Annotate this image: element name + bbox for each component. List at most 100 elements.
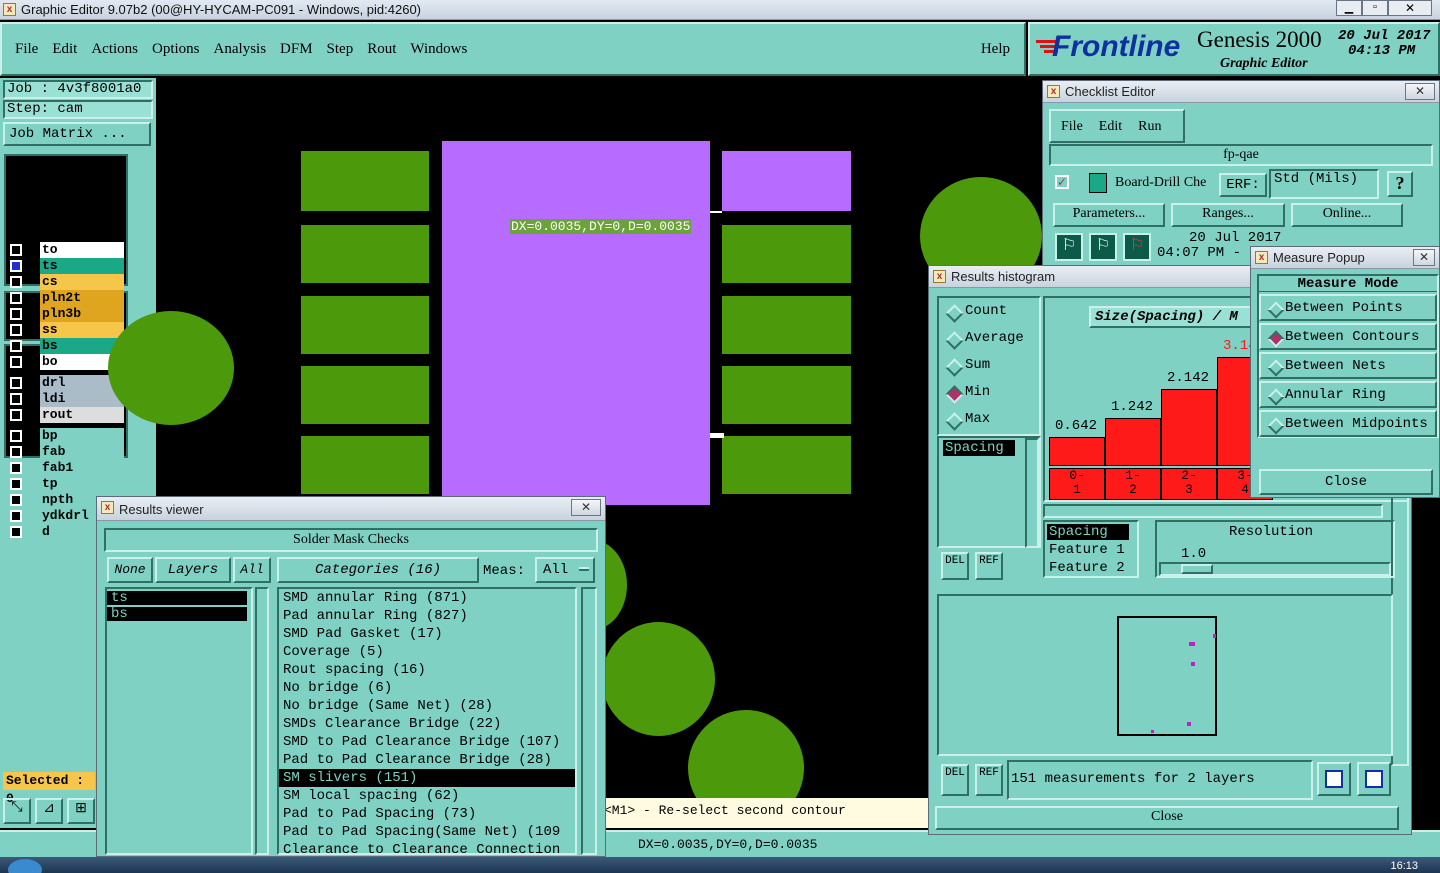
menu-file[interactable]: File xyxy=(15,41,38,57)
histogram-field-scrollbar[interactable] xyxy=(1025,438,1039,548)
layer-checkbox[interactable] xyxy=(10,510,22,522)
layer-name[interactable]: bp xyxy=(40,428,124,444)
layer-checkbox[interactable] xyxy=(10,260,22,272)
checklist-menu-edit[interactable]: Edit xyxy=(1099,119,1122,134)
resolution-slider-thumb[interactable] xyxy=(1181,564,1213,574)
menu-rout[interactable]: Rout xyxy=(367,41,396,57)
menu-dfm[interactable]: DFM xyxy=(280,41,313,57)
layer-row-to[interactable]: to xyxy=(8,242,124,258)
layer-checkbox[interactable] xyxy=(10,340,22,352)
layer-row-bp[interactable]: bp xyxy=(8,428,124,444)
results-layer-item[interactable]: bs xyxy=(107,607,247,621)
category-item[interactable]: Pad to Pad Spacing(Same Net) (109 xyxy=(279,823,575,841)
layer-row-ss[interactable]: ss xyxy=(8,322,124,338)
online-button[interactable]: Online... xyxy=(1291,203,1403,227)
layer-checkbox[interactable] xyxy=(10,409,22,421)
histogram-bar[interactable] xyxy=(1161,389,1217,466)
layer-row-bs[interactable]: bs xyxy=(8,338,124,354)
layer-row-drl[interactable]: drl xyxy=(8,375,124,391)
layer-name[interactable]: fab1 xyxy=(40,460,124,476)
layer-row-fab1[interactable]: fab1 xyxy=(8,460,124,476)
menu-edit[interactable]: Edit xyxy=(52,41,77,57)
category-item[interactable]: No bridge (Same Net) (28) xyxy=(279,697,575,715)
category-item[interactable]: SMD Pad Gasket (17) xyxy=(279,625,575,643)
minimize-button[interactable]: ▁ xyxy=(1336,0,1362,16)
layer-checkbox[interactable] xyxy=(10,356,22,368)
measure-popup-close-button[interactable]: Close xyxy=(1259,469,1433,495)
close-button[interactable]: ✕ xyxy=(1388,0,1432,16)
maximize-button[interactable]: ▫ xyxy=(1362,0,1388,16)
measure-mode-between-points[interactable]: Between Points xyxy=(1259,294,1437,321)
category-item[interactable]: SMD annular Ring (871) xyxy=(279,589,575,607)
category-item[interactable]: SMDs Clearance Bridge (22) xyxy=(279,715,575,733)
results-layer-list[interactable]: ts bs xyxy=(105,587,253,855)
layer-checkbox[interactable] xyxy=(10,324,22,336)
layer-name[interactable]: pln2t xyxy=(40,290,124,306)
layer-row-ldi[interactable]: ldi xyxy=(8,391,124,407)
layer-name[interactable]: ss xyxy=(40,322,124,338)
menu-options[interactable]: Options xyxy=(152,41,200,57)
layer-name[interactable]: rout xyxy=(40,407,124,423)
layer-row-cs[interactable]: cs xyxy=(8,274,124,290)
category-item[interactable]: Pad to Pad Spacing (73) xyxy=(279,805,575,823)
category-item[interactable]: Coverage (5) xyxy=(279,643,575,661)
mode-radio-average[interactable]: Average xyxy=(939,325,1039,352)
layers-none-button[interactable]: None xyxy=(107,557,153,583)
check-enabled-checkbox[interactable]: ✓ xyxy=(1055,175,1069,189)
menu-actions[interactable]: Actions xyxy=(91,41,138,57)
del-button-top[interactable]: DEL xyxy=(941,552,969,580)
layer-row-ts[interactable]: ts xyxy=(8,258,124,274)
erf-value[interactable]: Std (Mils) xyxy=(1269,169,1379,199)
layer-name[interactable]: fab xyxy=(40,444,124,460)
mode-radio-count[interactable]: Count xyxy=(939,298,1039,325)
category-list[interactable]: SMD annular Ring (871) Pad annular Ring (… xyxy=(277,587,577,855)
category-item[interactable]: Rout spacing (16) xyxy=(279,661,575,679)
ranges-button[interactable]: Ranges... xyxy=(1171,203,1285,227)
tool-button-1[interactable]: ⤡ xyxy=(3,798,31,824)
layers-all-button[interactable]: All xyxy=(233,557,271,583)
checklist-menu-file[interactable]: File xyxy=(1061,119,1083,134)
menu-step[interactable]: Step xyxy=(327,41,354,57)
layer-row-bo[interactable]: bo xyxy=(8,354,124,370)
layer-name[interactable]: ldi xyxy=(40,391,124,407)
results-viewer-close-icon[interactable]: ✕ xyxy=(571,499,601,516)
layer-row-pln2t[interactable]: pln2t xyxy=(8,290,124,306)
category-item[interactable]: SMD to Pad Clearance Bridge (107) xyxy=(279,733,575,751)
histogram-bar[interactable] xyxy=(1049,437,1105,466)
erf-button[interactable]: ERF: xyxy=(1219,173,1267,197)
category-item[interactable]: No bridge (6) xyxy=(279,679,575,697)
run-icon-1[interactable]: ⚐ xyxy=(1055,233,1083,261)
checklist-menu-run[interactable]: Run xyxy=(1138,119,1161,134)
category-list-scrollbar[interactable] xyxy=(581,587,597,855)
histogram-hscroll[interactable] xyxy=(1043,504,1383,518)
measure-mode-between-midpoints[interactable]: Between Midpoints xyxy=(1259,410,1437,437)
layer-checkbox[interactable] xyxy=(10,526,22,538)
layer-checkbox[interactable] xyxy=(10,478,22,490)
measure-popup-close-icon[interactable]: ✕ xyxy=(1413,249,1435,266)
ref-button-top[interactable]: REF xyxy=(975,552,1003,580)
layer-checkbox[interactable] xyxy=(10,244,22,256)
results-layer-item[interactable]: ts xyxy=(107,591,247,605)
checklist-close-icon[interactable]: ✕ xyxy=(1405,83,1435,100)
layer-checkbox[interactable] xyxy=(10,494,22,506)
layer-checkbox[interactable] xyxy=(10,393,22,405)
zoom-in-preview-button[interactable] xyxy=(1317,762,1351,796)
layer-name[interactable]: pln3b xyxy=(40,306,124,322)
mode-radio-min[interactable]: Min xyxy=(939,379,1039,406)
tool-button-2[interactable]: ⊿ xyxy=(35,798,63,824)
category-item[interactable]: Clearance to Clearance Connection xyxy=(279,841,575,853)
layer-checkbox[interactable] xyxy=(10,446,22,458)
category-item[interactable]: SM local spacing (62) xyxy=(279,787,575,805)
histogram-close-button[interactable]: Close xyxy=(935,806,1399,830)
parameters-button[interactable]: Parameters... xyxy=(1053,203,1165,227)
layer-name[interactable]: tp xyxy=(40,476,124,492)
layer-row-pln3b[interactable]: pln3b xyxy=(8,306,124,322)
spacing-item[interactable]: Spacing xyxy=(1047,524,1129,540)
histogram-field-spacing[interactable]: Spacing xyxy=(943,440,1015,456)
resolution-slider[interactable] xyxy=(1159,562,1391,576)
menu-help[interactable]: Help xyxy=(981,41,1010,58)
mode-radio-max[interactable]: Max xyxy=(939,406,1039,433)
histogram-field-list[interactable]: Spacing xyxy=(937,436,1041,548)
feature1-item[interactable]: Feature 1 xyxy=(1049,542,1125,558)
run-icon-3[interactable]: ⚐ xyxy=(1123,233,1151,261)
